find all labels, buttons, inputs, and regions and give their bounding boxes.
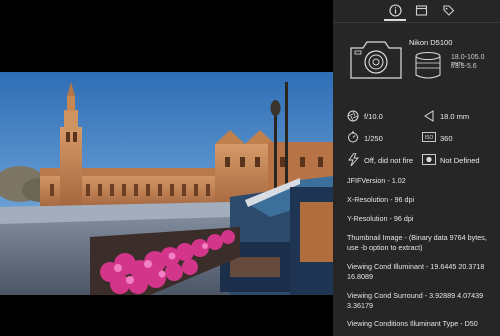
camera-model: Nikon D5100	[409, 38, 453, 47]
detail-viewing-cond-surround: Viewing Cond Surround - 3.92889 4.07439 …	[347, 291, 484, 310]
camera-icon	[350, 41, 402, 79]
photo-plaza-de-espana	[0, 72, 333, 295]
info-icon	[388, 3, 402, 17]
camera-info: Nikon D5100 18.0-105.0 mm f/3.5-5.6	[347, 34, 492, 86]
card-icon	[415, 4, 427, 16]
info-panel: Nikon D5100 18.0-105.0 mm f/3.5-5.6 f/10…	[333, 0, 500, 336]
tab-tags[interactable]	[440, 2, 456, 18]
detail-viewing-conditions-illuminant-type: Viewing Conditions Illuminant Type - D50	[347, 319, 478, 328]
focal-length-value: 18.0 mm	[440, 112, 470, 121]
svg-text:ISO: ISO	[425, 135, 434, 141]
tag-icon	[442, 4, 454, 16]
detail-jfif-version: JFIFVersion - 1.02	[347, 176, 406, 185]
detail-x-resolution: X-Resolution - 96 dpi	[347, 195, 415, 204]
detail-y-resolution: Y-Resolution - 96 dpi	[347, 214, 414, 223]
metering-value: Not Defined	[440, 156, 480, 165]
flash-icon	[348, 153, 359, 166]
tab-metadata[interactable]	[413, 2, 429, 18]
focal-length-icon	[424, 110, 434, 122]
detail-viewing-cond-illuminant: Viewing Cond Illuminant - 19.6445 20.371…	[347, 262, 485, 281]
aperture-icon	[347, 110, 359, 122]
aperture-value: f/10.0	[364, 112, 383, 121]
iso-icon: ISO	[422, 132, 436, 142]
flash-value: Off, did not fire	[364, 156, 414, 165]
selected-tab-indicator	[384, 19, 406, 21]
iso-value: 360	[440, 134, 453, 143]
shutter-speed-icon	[348, 131, 358, 143]
detail-thumbnail-image: Thumbnail Image - (Binary data 9764 byte…	[347, 233, 487, 252]
metering-icon	[422, 154, 436, 165]
shutter-speed-value: 1/250	[364, 134, 383, 143]
panel-tab-bar	[333, 0, 500, 23]
lens-aperture-range: f/3.5-5.6	[451, 63, 477, 70]
lens-icon	[415, 52, 441, 79]
tab-info[interactable]	[387, 2, 403, 18]
image-viewer	[0, 0, 333, 336]
